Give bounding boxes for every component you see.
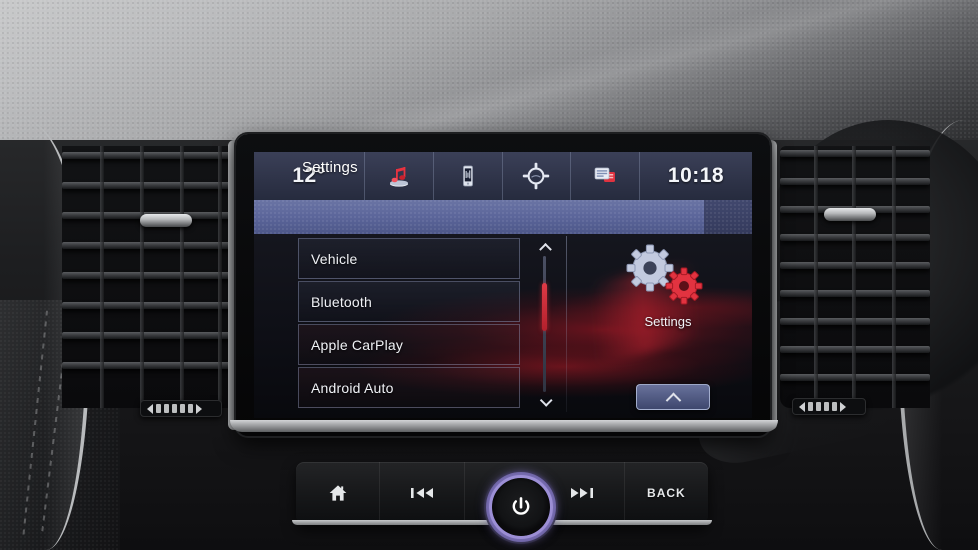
back-button[interactable]: BACK xyxy=(625,462,708,524)
infotainment-screen[interactable]: 12° 10:18 Settings Vehicle Bluetooth App… xyxy=(254,152,752,418)
settings-app-panel: Settings xyxy=(584,234,752,418)
scrollbar[interactable] xyxy=(534,238,556,410)
audio-media-icon[interactable] xyxy=(364,152,433,200)
clock: 10:18 xyxy=(667,164,725,187)
phone-projection-icon[interactable] xyxy=(432,152,502,200)
vent-adjuster-right[interactable] xyxy=(824,208,876,221)
bezel-chrome-right xyxy=(769,140,777,430)
next-track-button[interactable] xyxy=(541,462,625,524)
chevron-up-icon[interactable] xyxy=(536,238,554,256)
scroll-up-button[interactable] xyxy=(636,384,710,410)
power-icon xyxy=(512,497,530,515)
speaker-grille-left xyxy=(140,400,222,417)
chevron-down-icon[interactable] xyxy=(536,393,554,410)
list-item[interactable]: Android Auto xyxy=(298,367,520,408)
list-item[interactable]: Bluetooth xyxy=(298,281,520,322)
header-right-block xyxy=(704,200,752,234)
bezel-chrome-bottom xyxy=(230,420,778,432)
vent-adjuster-left[interactable] xyxy=(140,214,192,227)
list-item[interactable]: Apple CarPlay xyxy=(298,324,520,365)
next-track-icon xyxy=(571,488,594,498)
power-volume-knob[interactable] xyxy=(489,475,553,539)
previous-track-button[interactable] xyxy=(380,462,465,524)
messages-icon[interactable] xyxy=(570,152,640,200)
page-title: Settings xyxy=(302,159,358,176)
status-bar-icon-group xyxy=(364,152,640,200)
air-vent-right[interactable] xyxy=(780,146,930,408)
home-button[interactable] xyxy=(296,462,381,524)
navigation-target-icon[interactable] xyxy=(501,152,571,200)
previous-track-icon xyxy=(410,488,433,498)
infotainment-head-unit: 12° 10:18 Settings Vehicle Bluetooth App… xyxy=(236,134,770,436)
speaker-grille-right xyxy=(792,398,866,415)
list-item[interactable]: Vehicle xyxy=(298,238,520,279)
page-header-band xyxy=(254,200,752,234)
dashboard-crease-highlight xyxy=(0,0,978,148)
chevron-up-icon xyxy=(665,392,681,408)
scrollbar-thumb[interactable] xyxy=(542,283,547,331)
settings-app-label: Settings xyxy=(644,314,692,329)
settings-gears-icon xyxy=(622,242,714,310)
panel-divider xyxy=(566,236,567,412)
air-vent-left[interactable] xyxy=(62,146,242,408)
settings-content-area: Vehicle Bluetooth Apple CarPlay Android … xyxy=(254,234,752,418)
vent-slats-left xyxy=(62,146,242,408)
settings-menu-list: Vehicle Bluetooth Apple CarPlay Android … xyxy=(298,238,520,410)
home-icon xyxy=(329,485,347,501)
